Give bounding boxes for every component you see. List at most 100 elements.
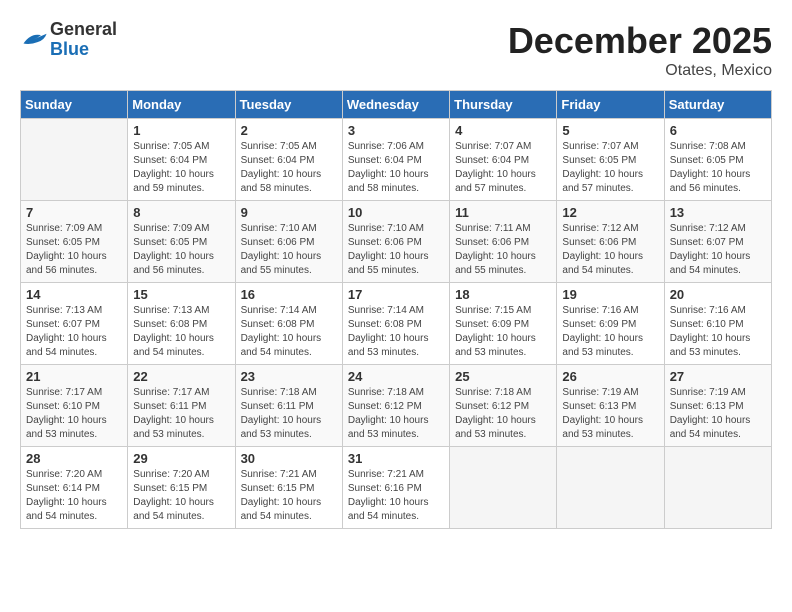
calendar-cell	[557, 447, 664, 529]
calendar-week-row: 28 Sunrise: 7:20 AM Sunset: 6:14 PM Dayli…	[21, 447, 772, 529]
day-info: Sunrise: 7:07 AM Sunset: 6:04 PM Dayligh…	[455, 140, 551, 196]
day-info: Sunrise: 7:18 AM Sunset: 6:12 PM Dayligh…	[455, 386, 551, 442]
day-info: Sunrise: 7:09 AM Sunset: 6:05 PM Dayligh…	[133, 222, 229, 278]
calendar-cell: 25 Sunrise: 7:18 AM Sunset: 6:12 PM Dayli…	[450, 365, 557, 447]
day-info: Sunrise: 7:13 AM Sunset: 6:08 PM Dayligh…	[133, 304, 229, 360]
day-info: Sunrise: 7:14 AM Sunset: 6:08 PM Dayligh…	[348, 304, 444, 360]
day-number: 11	[455, 205, 551, 220]
day-number: 6	[670, 123, 766, 138]
day-number: 17	[348, 287, 444, 302]
day-number: 29	[133, 451, 229, 466]
calendar-cell: 19Sunrise: 7:16 AM Sunset: 6:09 PM Dayli…	[557, 283, 664, 365]
day-number: 12	[562, 205, 658, 220]
calendar-week-row: 7 Sunrise: 7:09 AM Sunset: 6:05 PM Daylig…	[21, 201, 772, 283]
day-info: Sunrise: 7:19 AM Sunset: 6:13 PM Dayligh…	[562, 386, 658, 442]
day-number: 15	[133, 287, 229, 302]
weekday-header-wednesday: Wednesday	[342, 91, 449, 119]
weekday-header-thursday: Thursday	[450, 91, 557, 119]
day-info: Sunrise: 7:17 AM Sunset: 6:11 PM Dayligh…	[133, 386, 229, 442]
calendar-cell: 11 Sunrise: 7:11 AM Sunset: 6:06 PM Dayli…	[450, 201, 557, 283]
day-info: Sunrise: 7:21 AM Sunset: 6:15 PM Dayligh…	[241, 468, 337, 524]
day-number: 3	[348, 123, 444, 138]
day-number: 30	[241, 451, 337, 466]
day-number: 31	[348, 451, 444, 466]
day-info: Sunrise: 7:12 AM Sunset: 6:07 PM Dayligh…	[670, 222, 766, 278]
logo-name: General Blue	[50, 20, 117, 60]
day-info: Sunrise: 7:16 AM Sunset: 6:09 PM Dayligh…	[562, 304, 658, 360]
day-info: Sunrise: 7:17 AM Sunset: 6:10 PM Dayligh…	[26, 386, 122, 442]
day-number: 22	[133, 369, 229, 384]
calendar-cell: 29 Sunrise: 7:20 AM Sunset: 6:15 PM Dayli…	[128, 447, 235, 529]
calendar-cell: 26 Sunrise: 7:19 AM Sunset: 6:13 PM Dayli…	[557, 365, 664, 447]
day-number: 28	[26, 451, 122, 466]
calendar-week-row: 21 Sunrise: 7:17 AM Sunset: 6:10 PM Dayli…	[21, 365, 772, 447]
calendar-cell	[450, 447, 557, 529]
day-info: Sunrise: 7:20 AM Sunset: 6:15 PM Dayligh…	[133, 468, 229, 524]
day-number: 2	[241, 123, 337, 138]
day-info: Sunrise: 7:13 AM Sunset: 6:07 PM Dayligh…	[26, 304, 122, 360]
calendar-cell: 17 Sunrise: 7:14 AM Sunset: 6:08 PM Dayli…	[342, 283, 449, 365]
day-number: 27	[670, 369, 766, 384]
day-info: Sunrise: 7:05 AM Sunset: 6:04 PM Dayligh…	[241, 140, 337, 196]
calendar-week-row: 1 Sunrise: 7:05 AM Sunset: 6:04 PM Daylig…	[21, 119, 772, 201]
calendar-cell: 5Sunrise: 7:07 AM Sunset: 6:05 PM Daylig…	[557, 119, 664, 201]
day-info: Sunrise: 7:08 AM Sunset: 6:05 PM Dayligh…	[670, 140, 766, 196]
weekday-header-friday: Friday	[557, 91, 664, 119]
day-info: Sunrise: 7:05 AM Sunset: 6:04 PM Dayligh…	[133, 140, 229, 196]
day-number: 25	[455, 369, 551, 384]
day-info: Sunrise: 7:09 AM Sunset: 6:05 PM Dayligh…	[26, 222, 122, 278]
day-number: 14	[26, 287, 122, 302]
calendar-cell: 10Sunrise: 7:10 AM Sunset: 6:06 PM Dayli…	[342, 201, 449, 283]
day-number: 1	[133, 123, 229, 138]
calendar-week-row: 14 Sunrise: 7:13 AM Sunset: 6:07 PM Dayli…	[21, 283, 772, 365]
day-info: Sunrise: 7:20 AM Sunset: 6:14 PM Dayligh…	[26, 468, 122, 524]
day-info: Sunrise: 7:18 AM Sunset: 6:12 PM Dayligh…	[348, 386, 444, 442]
day-info: Sunrise: 7:12 AM Sunset: 6:06 PM Dayligh…	[562, 222, 658, 278]
calendar-cell: 16Sunrise: 7:14 AM Sunset: 6:08 PM Dayli…	[235, 283, 342, 365]
title-block: December 2025 Otates, Mexico	[508, 20, 772, 80]
calendar-cell: 7 Sunrise: 7:09 AM Sunset: 6:05 PM Daylig…	[21, 201, 128, 283]
calendar-table: SundayMondayTuesdayWednesdayThursdayFrid…	[20, 90, 772, 529]
calendar-cell: 3 Sunrise: 7:06 AM Sunset: 6:04 PM Daylig…	[342, 119, 449, 201]
page-header: General Blue December 2025 Otates, Mexic…	[20, 20, 772, 80]
day-info: Sunrise: 7:21 AM Sunset: 6:16 PM Dayligh…	[348, 468, 444, 524]
logo-general-text: General	[50, 20, 117, 40]
logo-blue-text: Blue	[50, 40, 117, 60]
weekday-header-tuesday: Tuesday	[235, 91, 342, 119]
day-info: Sunrise: 7:18 AM Sunset: 6:11 PM Dayligh…	[241, 386, 337, 442]
day-number: 7	[26, 205, 122, 220]
day-number: 21	[26, 369, 122, 384]
calendar-cell: 22 Sunrise: 7:17 AM Sunset: 6:11 PM Dayli…	[128, 365, 235, 447]
day-info: Sunrise: 7:14 AM Sunset: 6:08 PM Dayligh…	[241, 304, 337, 360]
calendar-cell: 1 Sunrise: 7:05 AM Sunset: 6:04 PM Daylig…	[128, 119, 235, 201]
day-number: 4	[455, 123, 551, 138]
calendar-cell: 2 Sunrise: 7:05 AM Sunset: 6:04 PM Daylig…	[235, 119, 342, 201]
weekday-header-monday: Monday	[128, 91, 235, 119]
location-subtitle: Otates, Mexico	[508, 62, 772, 80]
calendar-cell: 4 Sunrise: 7:07 AM Sunset: 6:04 PM Daylig…	[450, 119, 557, 201]
calendar-cell: 27Sunrise: 7:19 AM Sunset: 6:13 PM Dayli…	[664, 365, 771, 447]
calendar-cell	[664, 447, 771, 529]
calendar-cell: 8Sunrise: 7:09 AM Sunset: 6:05 PM Daylig…	[128, 201, 235, 283]
day-info: Sunrise: 7:07 AM Sunset: 6:05 PM Dayligh…	[562, 140, 658, 196]
day-number: 20	[670, 287, 766, 302]
weekday-header-sunday: Sunday	[21, 91, 128, 119]
day-number: 18	[455, 287, 551, 302]
month-title: December 2025	[508, 20, 772, 62]
logo: General Blue	[20, 20, 117, 60]
day-info: Sunrise: 7:10 AM Sunset: 6:06 PM Dayligh…	[241, 222, 337, 278]
logo-icon	[20, 29, 48, 51]
day-number: 13	[670, 205, 766, 220]
calendar-cell: 30 Sunrise: 7:21 AM Sunset: 6:15 PM Dayli…	[235, 447, 342, 529]
day-number: 26	[562, 369, 658, 384]
day-info: Sunrise: 7:11 AM Sunset: 6:06 PM Dayligh…	[455, 222, 551, 278]
day-info: Sunrise: 7:10 AM Sunset: 6:06 PM Dayligh…	[348, 222, 444, 278]
day-info: Sunrise: 7:06 AM Sunset: 6:04 PM Dayligh…	[348, 140, 444, 196]
calendar-cell: 18Sunrise: 7:15 AM Sunset: 6:09 PM Dayli…	[450, 283, 557, 365]
calendar-cell: 21 Sunrise: 7:17 AM Sunset: 6:10 PM Dayli…	[21, 365, 128, 447]
day-number: 9	[241, 205, 337, 220]
weekday-header-row: SundayMondayTuesdayWednesdayThursdayFrid…	[21, 91, 772, 119]
calendar-cell: 13 Sunrise: 7:12 AM Sunset: 6:07 PM Dayli…	[664, 201, 771, 283]
calendar-cell: 20Sunrise: 7:16 AM Sunset: 6:10 PM Dayli…	[664, 283, 771, 365]
weekday-header-saturday: Saturday	[664, 91, 771, 119]
